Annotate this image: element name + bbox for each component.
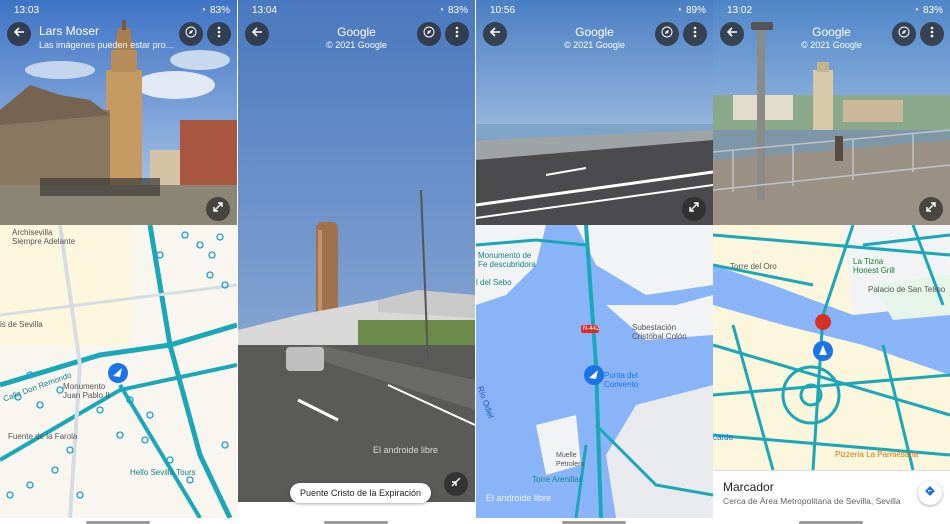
compass-button[interactable]: [417, 22, 441, 46]
nav-bar: [0, 518, 237, 524]
panel-1: 13:03 ◔ 83% Lars Moser Las imágenes pued…: [0, 0, 237, 524]
status-bar: 13:03 ◔ 83%: [0, 0, 237, 20]
street-view-photo-fullscreen[interactable]: [238, 0, 475, 502]
place-subtitle: Cerca de Área Metropolitana de Sevilla, …: [723, 496, 901, 506]
compass-button[interactable]: [892, 22, 916, 46]
wifi-icon: ◔: [912, 4, 919, 16]
map-label-punta: Punta del Convento: [604, 371, 639, 389]
map-label-torre-oro: Torre del Oro: [730, 262, 777, 271]
map-label-tours: Hello Sevilla Tours: [130, 468, 196, 477]
mini-map[interactable]: Torre del Oro La Tizna Honest Grill Pala…: [713, 225, 950, 470]
fullscreen-icon: [688, 200, 700, 218]
screenshot-collage: 13:03 ◔ 83% Lars Moser Las imágenes pued…: [0, 0, 950, 524]
fullscreen-icon: [925, 200, 937, 218]
mini-map[interactable]: Archisevilla Siempre Adelante is de Sevi…: [0, 225, 237, 518]
nav-bar: [238, 518, 475, 524]
more-vert-icon: [693, 25, 697, 43]
map-label-monumento: Monumento Juan Pablo II: [63, 382, 110, 400]
directions-icon: [924, 484, 936, 502]
photo-author: Lars Moser Las imágenes pueden estar pro…: [39, 24, 173, 50]
expand-button[interactable]: [919, 197, 943, 221]
map-label-sevilla: is de Sevilla: [0, 320, 43, 329]
nav-bar: [713, 518, 950, 524]
map-label-torre: Torre Arenillas: [532, 475, 583, 484]
copyright-text: © 2021 Google: [801, 40, 862, 50]
watermark-text: El androide libre: [486, 493, 552, 503]
back-button[interactable]: [7, 22, 31, 46]
status-time: 13:03: [14, 4, 40, 16]
battery-level: 83%: [209, 4, 230, 16]
expand-button[interactable]: [206, 197, 230, 221]
compass-icon: [661, 25, 673, 43]
map-label-cardo: cardo: [713, 433, 734, 442]
map-label-muelle: Muelle Petrolero: [556, 452, 585, 468]
map-label-road: N-442: [583, 326, 600, 332]
mini-map[interactable]: Monumento de Fe descubridora l del Sebo …: [476, 225, 713, 518]
map-label-pizzeria: Pizzería La Parmesana: [835, 450, 919, 459]
arrow-back-icon: [13, 25, 25, 43]
street-view-top-bar: Google © 2021 Google: [476, 20, 713, 50]
panel-4: 13:02 ◔ 83% Google © 2021 Google Torre d…: [713, 0, 950, 524]
status-time: 13:02: [727, 4, 753, 16]
status-bar: 10:56 ◔ 89%: [476, 0, 713, 20]
battery-level: 83%: [447, 4, 468, 16]
expand-button[interactable]: [682, 197, 706, 221]
panel-2: 13:04 ◔ 83% Google © 2021 Google El andro…: [238, 0, 475, 524]
battery-level: 89%: [685, 4, 706, 16]
status-time: 10:56: [490, 4, 516, 16]
wifi-icon: ◔: [675, 4, 682, 16]
compass-icon: [185, 25, 197, 43]
compass-icon: [423, 25, 435, 43]
more-options-button[interactable]: [207, 22, 231, 46]
map-label-sebo: l del Sebo: [476, 278, 512, 287]
map-label-tizna: La Tizna Honest Grill: [853, 257, 895, 275]
more-vert-icon: [930, 25, 934, 43]
status-time: 13:04: [252, 4, 278, 16]
more-options-button[interactable]: [683, 22, 707, 46]
location-chip[interactable]: Puente Cristo de la Expiración: [290, 483, 432, 503]
street-view-top-bar: Google © 2021 Google: [713, 20, 950, 50]
panel-3: 10:56 ◔ 89% Google © 2021 Google Monumen…: [476, 0, 713, 524]
compass-icon: [898, 25, 910, 43]
more-options-button[interactable]: [445, 22, 469, 46]
wifi-icon: ◔: [199, 4, 206, 16]
copyright-text: © 2021 Google: [564, 40, 625, 50]
more-options-button[interactable]: [920, 22, 944, 46]
street-view-top-bar: Google © 2021 Google: [238, 20, 475, 50]
status-bar: 13:04 ◔ 83%: [238, 0, 475, 20]
watermark-text: El androide libre: [373, 445, 439, 455]
more-vert-icon: [217, 25, 221, 43]
place-title: Marcador: [723, 480, 774, 494]
copyright-text: © 2021 Google: [326, 40, 387, 50]
battery-level: 83%: [922, 4, 943, 16]
more-vert-icon: [455, 25, 459, 43]
place-card[interactable]: Marcador Cerca de Área Metropolitana de …: [713, 470, 950, 519]
map-label-palacio: Palacio de San Telmo: [868, 285, 946, 294]
directions-button[interactable]: [918, 481, 942, 505]
status-bar: 13:02 ◔ 83%: [713, 0, 950, 20]
street-view-top-bar: Lars Moser Las imágenes pueden estar pro…: [0, 20, 237, 50]
map-label-subestacion: Subestación Cristóbal Colón: [632, 323, 687, 341]
fullscreen-exit-icon: [450, 475, 462, 493]
compass-button[interactable]: [655, 22, 679, 46]
wifi-icon: ◔: [437, 4, 444, 16]
photo-date-note: Las imágenes pueden estar pro...: [39, 40, 174, 50]
nav-bar: [476, 518, 713, 524]
map-label-archivo: Archisevilla Siempre Adelante: [12, 228, 76, 246]
compass-button[interactable]: [179, 22, 203, 46]
author-name: Lars Moser: [39, 24, 100, 38]
fullscreen-icon: [212, 200, 224, 218]
map-label-monumento: Monumento de Fe descubridora: [478, 251, 536, 269]
map-label-farola: Fuente de la Farola: [8, 432, 78, 441]
collapse-button[interactable]: [444, 472, 468, 496]
